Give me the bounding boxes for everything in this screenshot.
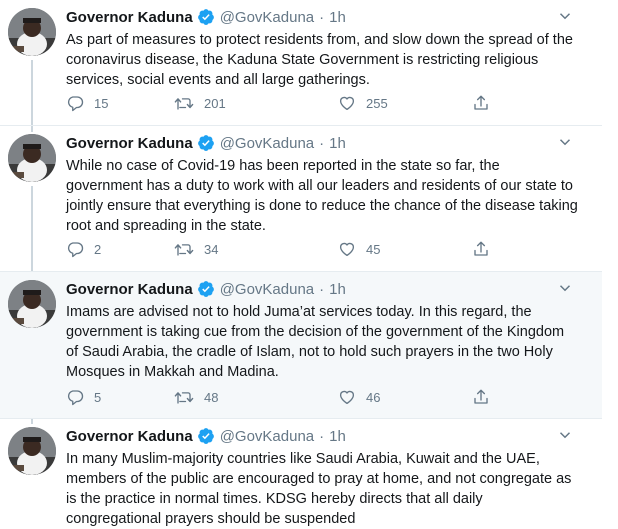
verified-badge-icon [197, 428, 214, 444]
verified-badge-icon [197, 135, 214, 151]
reply-icon [67, 96, 84, 112]
timestamp[interactable]: 1h [329, 281, 346, 298]
tweet-header: Governor Kaduna @GovKaduna · 1h [66, 279, 582, 299]
tweet[interactable]: Governor Kaduna @GovKaduna · 1h As part … [0, 0, 602, 126]
chevron-down-icon[interactable] [556, 133, 574, 151]
tweet[interactable]: Governor Kaduna @GovKaduna · 1h While no… [0, 126, 602, 272]
chevron-down-icon[interactable] [556, 426, 574, 444]
share-button[interactable] [472, 94, 490, 112]
avatar-icon [8, 8, 56, 56]
heart-icon [339, 96, 355, 111]
display-name[interactable]: Governor Kaduna [66, 135, 193, 152]
retweet-icon [174, 244, 194, 256]
separator: · [319, 8, 325, 26]
user-handle[interactable]: @GovKaduna [220, 428, 314, 445]
timestamp[interactable]: 1h [329, 135, 346, 152]
tweet-thread: Governor Kaduna @GovKaduna · 1h As part … [0, 0, 602, 529]
share-icon [474, 389, 488, 404]
tweet-text: While no case of Covid-19 has been repor… [66, 158, 578, 234]
avatar-icon [8, 427, 56, 475]
tweet-actions: 5 48 46 [66, 388, 506, 408]
retweet-count: 48 [204, 389, 219, 405]
retweet-button[interactable]: 48 [174, 388, 218, 406]
retweet-button[interactable]: 201 [174, 94, 226, 112]
display-name[interactable]: Governor Kaduna [66, 281, 193, 298]
display-name[interactable]: Governor Kaduna [66, 9, 193, 26]
like-button[interactable]: 46 [338, 388, 380, 406]
display-name[interactable]: Governor Kaduna [66, 428, 193, 445]
tweet-header: Governor Kaduna @GovKaduna · 1h [66, 7, 582, 27]
verified-badge-icon [197, 9, 214, 25]
share-button[interactable] [472, 388, 490, 406]
timestamp[interactable]: 1h [329, 428, 346, 445]
tweet-header: Governor Kaduna @GovKaduna · 1h [66, 133, 582, 153]
retweet-button[interactable]: 34 [174, 240, 218, 258]
reply-count: 5 [94, 389, 102, 405]
share-icon [474, 95, 488, 110]
reply-icon [67, 242, 84, 258]
chevron-down-icon[interactable] [556, 279, 574, 297]
tweet-actions: 15 201 255 [66, 94, 506, 114]
separator: · [319, 427, 325, 445]
avatar-icon [8, 134, 56, 182]
avatar[interactable] [8, 427, 56, 475]
tweet-actions: 2 34 45 [66, 240, 506, 260]
avatar-icon [8, 280, 56, 328]
reply-count: 2 [94, 241, 102, 257]
retweet-icon [174, 98, 194, 110]
reply-button[interactable]: 5 [66, 388, 101, 406]
tweet[interactable]: Governor Kaduna @GovKaduna · 1h In many … [0, 419, 602, 529]
heart-icon [339, 390, 355, 405]
retweet-count: 34 [204, 241, 219, 257]
tweet[interactable]: Governor Kaduna @GovKaduna · 1h Imams ar… [0, 272, 602, 419]
reply-count: 15 [94, 95, 109, 111]
user-handle[interactable]: @GovKaduna [220, 281, 314, 298]
separator: · [319, 134, 325, 152]
avatar[interactable] [8, 134, 56, 182]
like-count: 45 [366, 241, 381, 257]
reply-button[interactable]: 2 [66, 240, 101, 258]
tweet-text: Imams are advised not to hold Juma’at se… [66, 304, 565, 380]
avatar[interactable] [8, 280, 56, 328]
heart-icon [339, 242, 355, 257]
like-button[interactable]: 45 [338, 240, 380, 258]
avatar[interactable] [8, 8, 56, 56]
retweet-icon [174, 392, 194, 404]
retweet-count: 201 [204, 95, 226, 111]
share-button[interactable] [472, 240, 490, 258]
verified-badge-icon [197, 281, 214, 297]
user-handle[interactable]: @GovKaduna [220, 135, 314, 152]
reply-icon [67, 390, 84, 406]
separator: · [319, 280, 325, 298]
user-handle[interactable]: @GovKaduna [220, 9, 314, 26]
like-button[interactable]: 255 [338, 94, 388, 112]
tweet-header: Governor Kaduna @GovKaduna · 1h [66, 426, 582, 446]
like-count: 46 [366, 389, 381, 405]
like-count: 255 [366, 95, 388, 111]
reply-button[interactable]: 15 [66, 94, 108, 112]
tweet-text: In many Muslim-majority countries like S… [66, 451, 572, 527]
tweet-text: As part of measures to protect residents… [66, 32, 573, 88]
share-icon [474, 241, 488, 256]
chevron-down-icon[interactable] [556, 7, 574, 25]
timestamp[interactable]: 1h [329, 9, 346, 26]
